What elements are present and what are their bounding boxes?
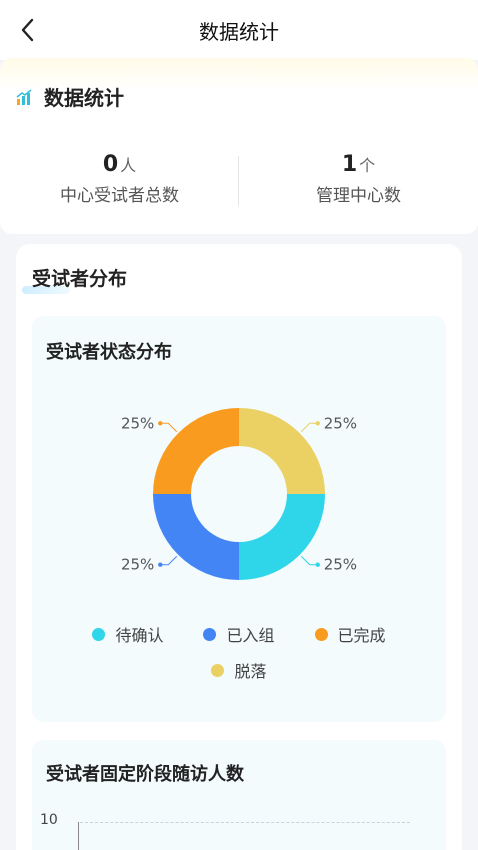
distribution-card: 受试者分布 受试者状态分布 25% 25% 25% 25% 待确认 已入组 已完成脱落 受… <box>16 244 462 850</box>
donut-slice[interactable] <box>153 408 239 494</box>
stat-centers: 1个 管理中心数 <box>239 152 478 206</box>
legend-label: 脱落 <box>234 662 267 681</box>
legend-label: 待确认 <box>115 626 164 645</box>
legend-item[interactable]: 已入组 <box>203 622 275 646</box>
legend-item[interactable]: 脱落 <box>211 658 267 682</box>
status-chart-panel: 受试者状态分布 25% 25% 25% 25% 待确认 已入组 已完成脱落 <box>32 316 446 722</box>
slice-percent-label: 25% <box>324 556 357 574</box>
y-axis <box>78 822 79 850</box>
stat-unit: 人 <box>120 156 137 175</box>
slice-percent-label: 25% <box>121 556 154 574</box>
label-leader-line <box>160 422 178 433</box>
stage-chart-title: 受试者固定阶段随访人数 <box>46 764 244 785</box>
stage-chart-panel: 受试者固定阶段随访人数 10 <box>32 740 446 850</box>
y-tick-label: 10 <box>40 812 58 828</box>
donut-chart: 25% 25% 25% 25% <box>121 408 357 580</box>
section-title: 受试者分布 <box>32 268 128 290</box>
donut-slice[interactable] <box>153 494 239 580</box>
legend-row: 待确认 已入组 已完成 <box>32 622 446 646</box>
label-leader-line <box>160 555 178 566</box>
stats-title: 数据统计 <box>44 86 124 110</box>
bar-chart-icon <box>16 88 32 105</box>
page-title: 数据统计 <box>199 20 279 44</box>
slice-percent-label: 25% <box>324 414 357 432</box>
donut-slice[interactable] <box>239 408 325 494</box>
status-chart-title: 受试者状态分布 <box>46 342 172 363</box>
stats-card: 数据统计 0人 中心受试者总数 1个 管理中心数 <box>0 58 478 234</box>
donut-slice[interactable] <box>239 494 325 580</box>
legend-color-dot <box>203 627 217 641</box>
stat-unit: 个 <box>359 156 376 175</box>
chart-legend: 待确认 已入组 已完成脱落 <box>32 622 446 694</box>
legend-item[interactable]: 已完成 <box>314 622 386 646</box>
stat-total-subjects: 0人 中心受试者总数 <box>0 152 239 206</box>
legend-color-dot <box>314 627 328 641</box>
slice-percent-label: 25% <box>121 414 154 432</box>
label-leader-dot <box>315 421 320 426</box>
stat-value: 1 <box>341 152 358 177</box>
label-leader-dot <box>315 562 320 567</box>
label-leader-dot <box>158 562 163 567</box>
label-leader-line <box>300 422 318 433</box>
stat-value: 0 <box>102 152 119 177</box>
stat-label: 管理中心数 <box>316 186 401 206</box>
legend-item[interactable]: 待确认 <box>92 622 163 646</box>
nav-bar: 数据统计 <box>0 0 478 60</box>
legend-color-dot <box>92 627 106 641</box>
stats-header: 数据统计 <box>16 82 124 111</box>
label-leader-line <box>300 555 318 566</box>
legend-color-dot <box>211 663 225 677</box>
stat-label: 中心受试者总数 <box>60 186 179 206</box>
legend-label: 已完成 <box>337 626 386 645</box>
label-leader-dot <box>158 421 163 426</box>
legend-label: 已入组 <box>226 626 275 645</box>
grid-line <box>80 822 410 823</box>
legend-row: 脱落 <box>32 658 446 682</box>
